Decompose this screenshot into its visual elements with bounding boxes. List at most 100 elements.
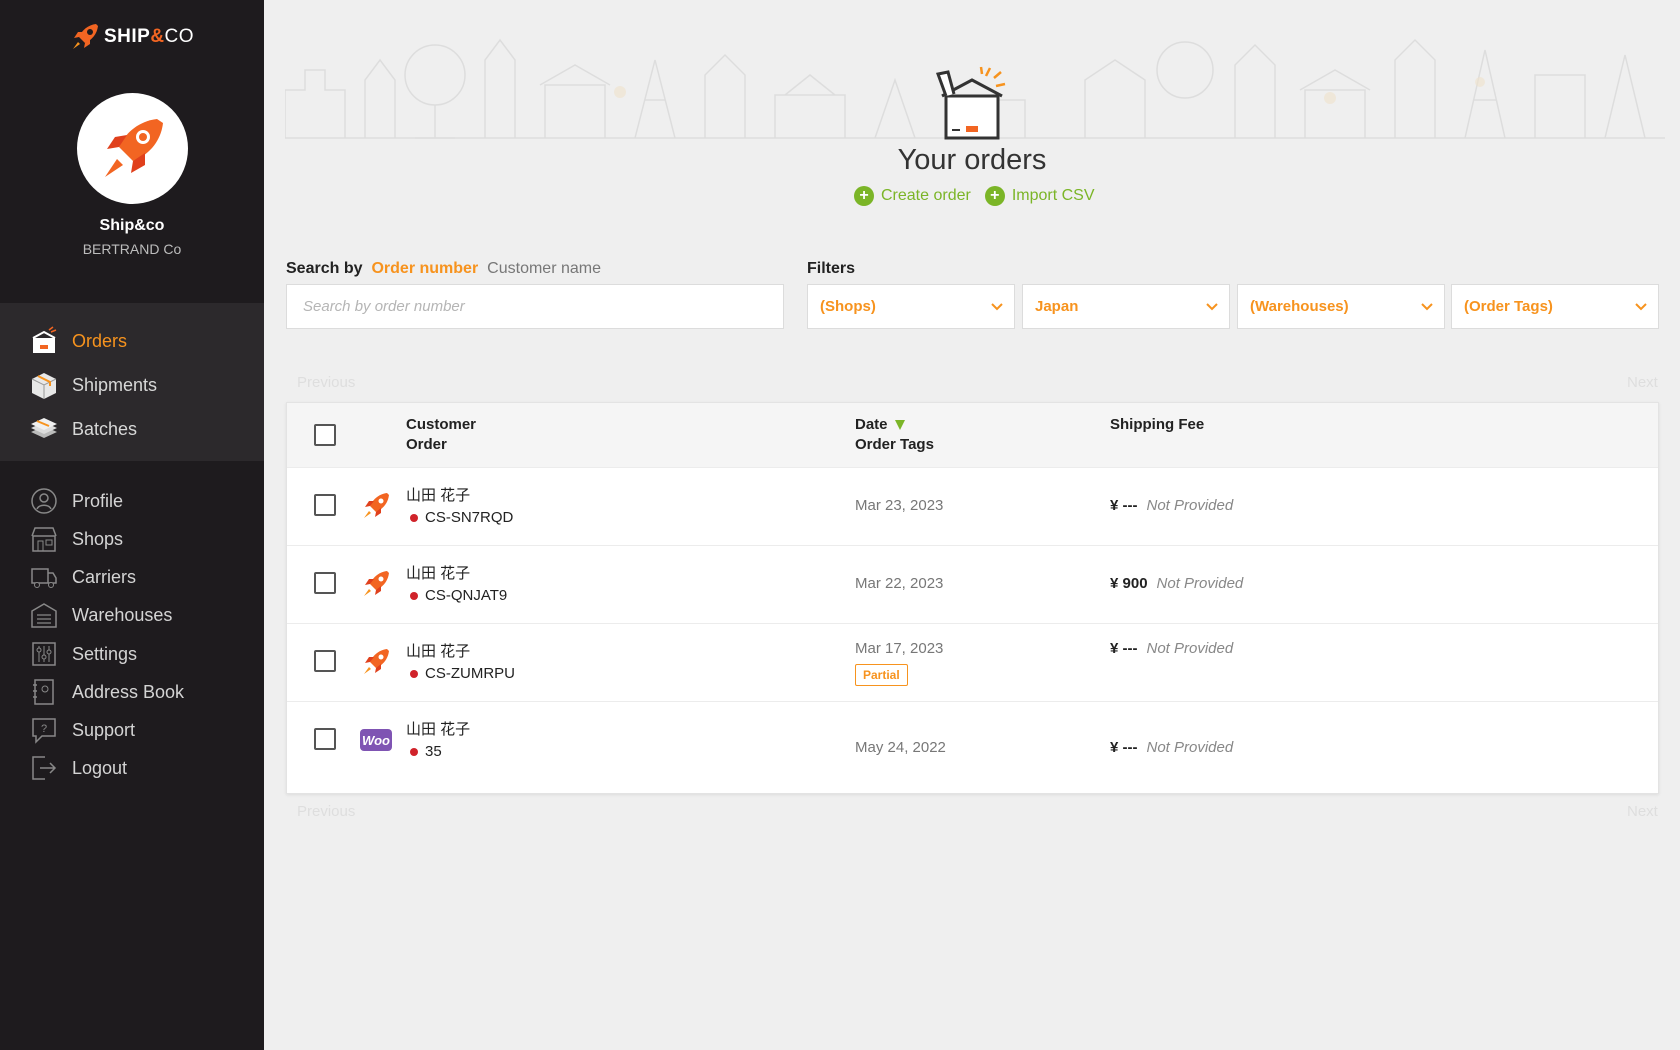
nav-profile-label: Profile [72,490,124,511]
fee-amount: ¥ --- [1110,640,1138,657]
nav-carriers[interactable]: Carriers [0,557,264,597]
hero-actions: + Create order + Import CSV [854,186,1095,206]
table-row[interactable]: Woo 山田 花子 35 May 24, 2022 ¥ --- Not Provi… [287,701,1658,779]
import-csv-button[interactable]: + Import CSV [984,186,1095,206]
japan-flag-icon [410,591,418,600]
order-number[interactable]: 35 [410,743,442,760]
order-date: Mar 23, 2023 [855,497,944,514]
shipandco-rocket-icon [360,490,392,522]
filter-warehouses-value: (Warehouses) [1250,298,1349,315]
svg-text:?: ? [41,723,47,735]
rocket-logo-icon [72,24,98,49]
account-company: BERTRAND Co [82,241,182,257]
nav-logout[interactable]: Logout [0,748,264,788]
nav-address-book-label: Address Book [72,681,185,702]
filter-order-tags-select[interactable]: (Order Tags) [1451,284,1659,329]
table-row[interactable]: 山田 花子 CS-SN7RQD Mar 23, 2023 ¥ --- Not Pr… [287,467,1658,545]
order-number-text: CS-QNJAT9 [425,587,508,604]
nav-shipments[interactable]: Shipments [0,365,264,405]
fee-amount: ¥ --- [1110,739,1138,756]
column-header-date-tags[interactable]: Date Order Tags [855,415,934,455]
row-checkbox[interactable] [314,728,336,750]
chevron-down-icon [1206,303,1218,311]
settings-icon [28,638,60,670]
nav-address-book[interactable]: Address Book [0,672,264,712]
nav-shops[interactable]: Shops [0,519,264,559]
nav-orders-label: Orders [72,330,128,351]
order-tag-badge: Partial [855,664,908,686]
search-input[interactable] [286,284,784,329]
order-date: Mar 22, 2023 [855,575,944,592]
order-number[interactable]: CS-QNJAT9 [410,587,507,604]
row-checkbox[interactable] [314,572,336,594]
avatar[interactable] [77,93,188,204]
sort-down-icon [894,420,905,430]
row-checkbox[interactable] [314,494,336,516]
batches-icon [28,413,60,445]
nav-carriers-label: Carriers [72,566,137,587]
profile-icon [28,485,60,517]
select-all-checkbox[interactable] [314,424,336,446]
plus-circle-icon: + [854,186,874,206]
logout-icon [28,752,60,784]
open-box-icon [935,66,1006,140]
nav-profile[interactable]: Profile [0,481,264,521]
filter-shops-select[interactable]: (Shops) [807,284,1015,329]
brand-wordmark: SHIP&CO [103,26,195,47]
fee-status: Not Provided [1146,497,1234,514]
nav-shipments-label: Shipments [72,374,158,395]
nav-batches[interactable]: Batches [0,409,264,449]
pager-next-bottom[interactable]: Next [1627,803,1658,820]
search-option-customer-name[interactable]: Customer name [487,260,601,278]
nav-orders[interactable]: Orders [0,321,264,361]
chevron-down-icon [991,303,1003,311]
support-icon: ? [28,714,60,746]
nav-shops-label: Shops [72,528,124,549]
shipping-fee: ¥ 900 Not Provided [1110,575,1243,592]
fee-status: Not Provided [1146,739,1234,756]
plus-circle-icon: + [984,186,1005,206]
filter-shops-value: (Shops) [820,298,876,315]
column-header-customer-order[interactable]: Customer Order [406,415,476,455]
woocommerce-icon: Woo [360,724,392,756]
japan-flag-icon [410,669,418,678]
order-number[interactable]: CS-ZUMRPU [410,665,515,682]
shipandco-rocket-icon [360,568,392,600]
order-number-text: CS-ZUMRPU [425,665,515,682]
nav-support-label: Support [72,719,136,740]
create-order-button[interactable]: + Create order [854,186,971,206]
japan-flag-icon [410,513,418,522]
table-header: Customer Order Date Order Tags Shipping … [287,403,1658,467]
warehouses-icon [28,599,60,631]
column-header-shipping-fee[interactable]: Shipping Fee [1110,415,1204,435]
orders-table: Customer Order Date Order Tags Shipping … [286,402,1659,794]
shops-icon [28,523,60,555]
address-book-icon [28,676,60,708]
search-by-selector: Search by Order number Customer name [286,260,601,278]
pager-previous-bottom[interactable]: Previous [297,803,355,820]
orders-icon [28,325,60,357]
nav-batches-label: Batches [72,418,138,439]
filter-warehouses-select[interactable]: (Warehouses) [1237,284,1445,329]
fee-amount: ¥ 900 [1110,575,1148,592]
brand-logo[interactable]: SHIP&CO [0,22,264,57]
pager-next-top[interactable]: Next [1627,374,1658,391]
table-row[interactable]: 山田 花子 CS-QNJAT9 Mar 22, 2023 ¥ 900 Not Pr… [287,545,1658,623]
table-row[interactable]: 山田 花子 CS-ZUMRPU Mar 17, 2023 Partial ¥ -… [287,623,1658,701]
fee-status: Not Provided [1156,575,1244,592]
header-order-tags-label: Order Tags [855,436,934,453]
order-number[interactable]: CS-SN7RQD [410,509,513,526]
fee-status: Not Provided [1146,640,1234,657]
woocommerce-logo: Woo [360,729,392,751]
order-number-text: CS-SN7RQD [425,509,514,526]
pager-previous-top[interactable]: Previous [297,374,355,391]
nav-support[interactable]: ? Support [0,710,264,750]
rocket-avatar-icon [104,118,163,177]
nav-settings[interactable]: Settings [0,634,264,674]
row-checkbox[interactable] [314,650,336,672]
filter-country-select[interactable]: Japan [1022,284,1230,329]
search-option-order-number[interactable]: Order number [371,260,478,278]
customer-name: 山田 花子 [406,487,471,504]
order-number-text: 35 [425,743,442,760]
nav-warehouses[interactable]: Warehouses [0,595,264,635]
